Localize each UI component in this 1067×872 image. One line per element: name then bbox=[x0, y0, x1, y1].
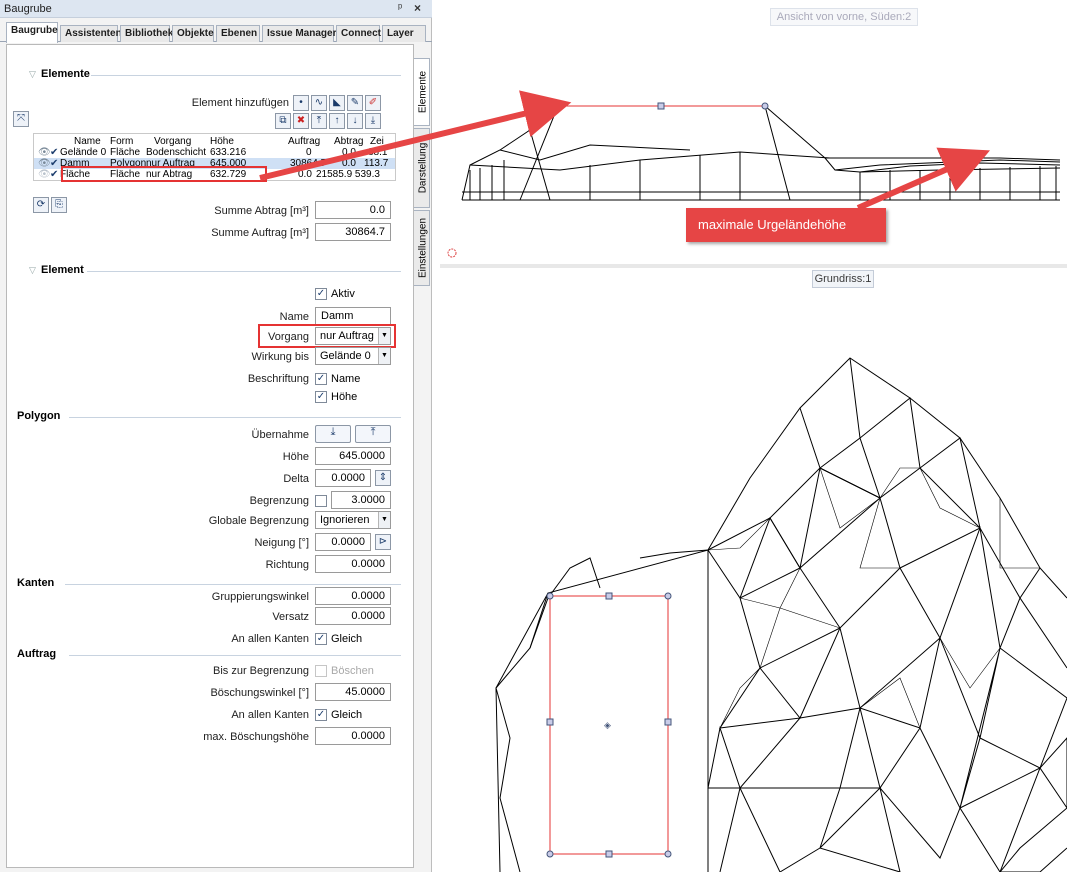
annotation-arrows bbox=[259, 90, 990, 211]
callout-maximale-urgelaendehoehe: maximale Urgeländehöhe bbox=[686, 208, 886, 242]
